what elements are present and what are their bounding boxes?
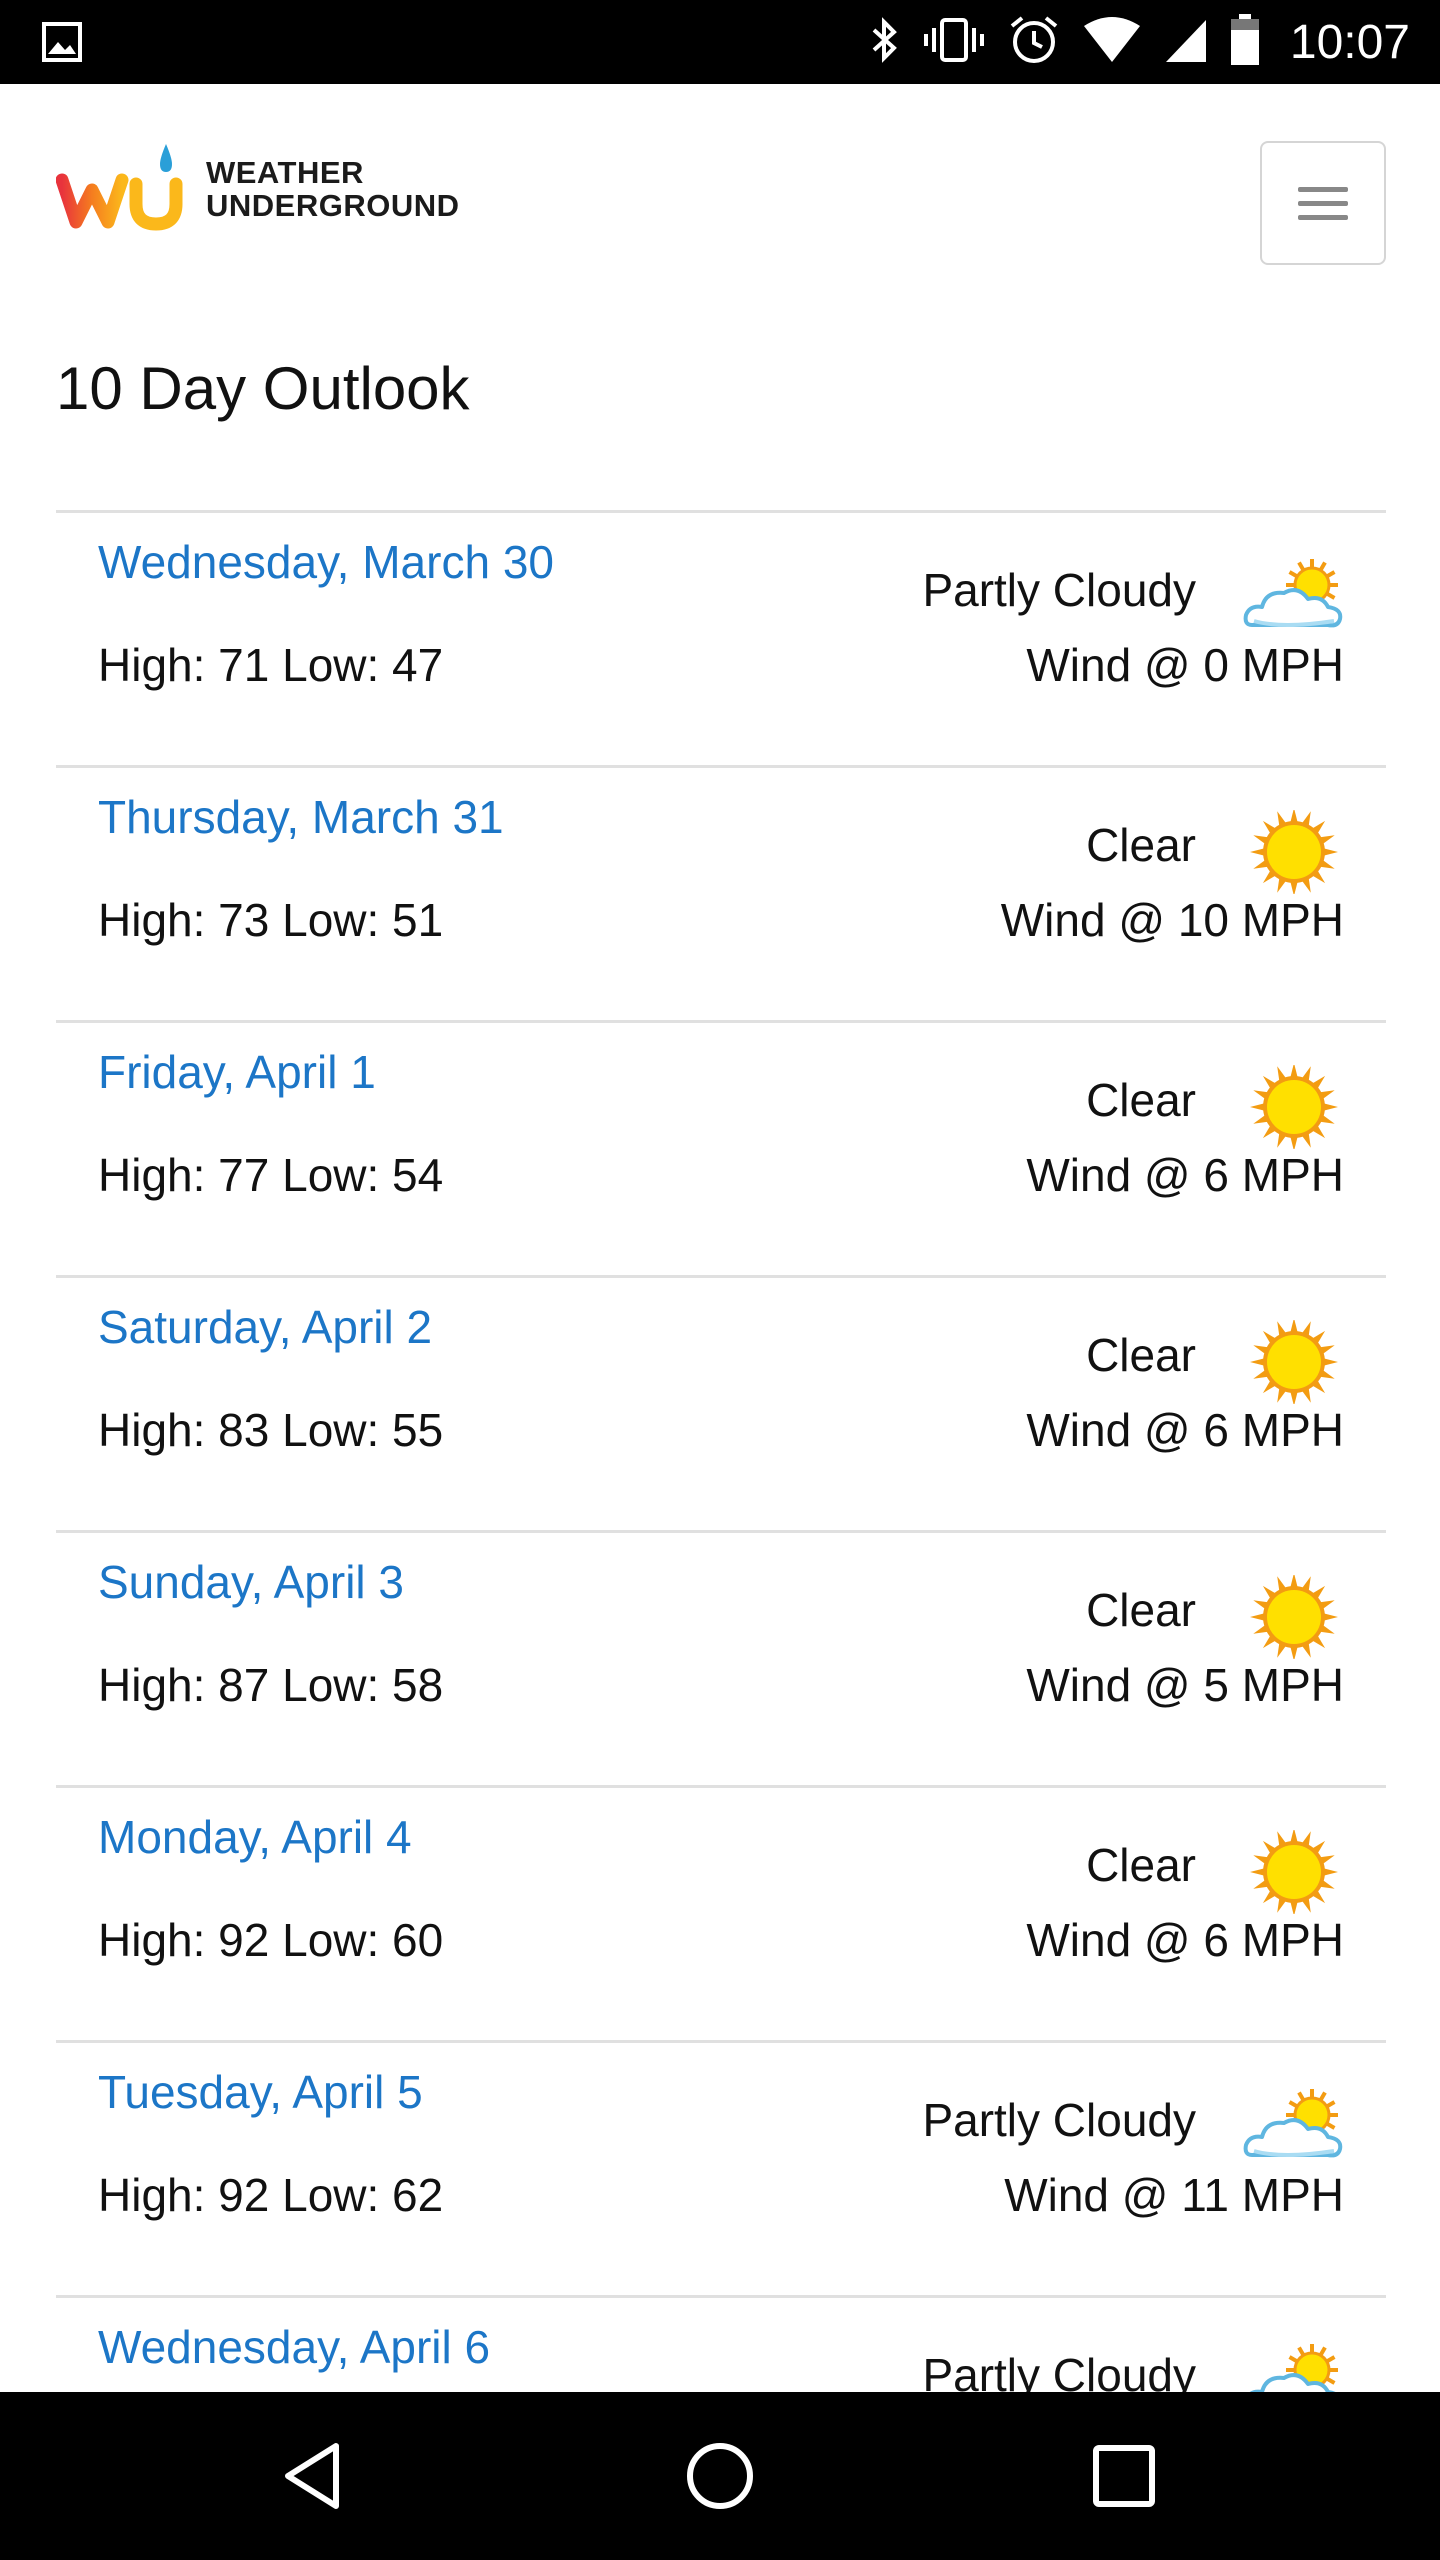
page-title: 10 Day Outlook (56, 355, 470, 422)
weather-underground-logo[interactable]: WEATHER UNDERGROUND (56, 144, 460, 234)
sun-icon (1250, 1830, 1338, 1914)
recents-icon (1093, 2445, 1155, 2507)
partly-cloudy-icon (1243, 559, 1343, 628)
battery-icon (1230, 13, 1260, 71)
logo-text: WEATHER UNDERGROUND (206, 156, 460, 222)
forecast-condition: Clear (1086, 1839, 1196, 1891)
forecast-condition: Clear (1086, 1584, 1196, 1636)
signal-icon (1164, 16, 1208, 69)
wu-logo-mark (56, 144, 183, 231)
sun-icon (1250, 810, 1338, 894)
forecast-wind: Wind @ 11 MPH (1004, 2169, 1344, 2221)
forecast-day-link[interactable]: Wednesday, April 6 (98, 2320, 490, 2374)
hamburger-menu-button[interactable] (1260, 141, 1386, 265)
forecast-wind: Wind @ 0 MPH (1026, 639, 1344, 691)
forecast-list: Wednesday, March 30 High: 71 Low: 47 Partl… (56, 510, 1386, 2392)
sun-icon (1250, 1065, 1338, 1149)
home-icon (687, 2443, 753, 2509)
logo-line-2: UNDERGROUND (206, 188, 460, 223)
forecast-temps: High: 92 Low: 60 (98, 1914, 444, 1966)
image-icon (42, 22, 82, 67)
forecast-row: Sunday, April 3 High: 87 Low: 58 Clear Wind… (56, 1533, 1386, 1788)
forecast-condition: Clear (1086, 1074, 1196, 1126)
forecast-row: Wednesday, April 6 Partly Cloudy (56, 2298, 1386, 2392)
forecast-wind: Wind @ 6 MPH (1026, 1914, 1344, 1966)
status-bar: 10:07 (0, 0, 1440, 84)
header: WEATHER UNDERGROUND (0, 84, 1440, 304)
forecast-wind: Wind @ 10 MPH (1000, 894, 1344, 946)
forecast-temps: High: 77 Low: 54 (98, 1149, 444, 1201)
forecast-condition: Clear (1086, 1329, 1196, 1381)
app-content: WEATHER UNDERGROUND 10 Day Outlook Wedne… (0, 84, 1440, 2392)
forecast-condition: Partly Cloudy (922, 564, 1196, 616)
forecast-day-link[interactable]: Wednesday, March 30 (98, 535, 554, 589)
forecast-wind: Wind @ 6 MPH (1026, 1149, 1344, 1201)
forecast-row: Friday, April 1 High: 77 Low: 54 Clear Wind… (56, 1023, 1386, 1278)
forecast-row: Tuesday, April 5 High: 92 Low: 62 Partly C… (56, 2043, 1386, 2298)
sun-icon (1250, 1575, 1338, 1659)
forecast-row: Thursday, March 31 High: 73 Low: 51 Clear W… (56, 768, 1386, 1023)
forecast-row: Wednesday, March 30 High: 71 Low: 47 Partl… (56, 513, 1386, 768)
sun-icon (1250, 1320, 1338, 1404)
navigation-bar (0, 2392, 1440, 2560)
alarm-icon (1008, 14, 1060, 71)
forecast-day-link[interactable]: Friday, April 1 (98, 1045, 376, 1099)
back-button[interactable] (276, 2436, 356, 2516)
partly-cloudy-icon (1243, 2089, 1343, 2158)
partly-cloudy-icon (1249, 2344, 1338, 2392)
forecast-temps: High: 92 Low: 62 (98, 2169, 444, 2221)
recents-button[interactable] (1084, 2436, 1164, 2516)
wifi-icon (1082, 16, 1142, 69)
home-button[interactable] (680, 2436, 760, 2516)
status-time: 10:07 (1289, 15, 1410, 69)
bluetooth-icon (870, 16, 900, 69)
logo-line-1: WEATHER (206, 155, 364, 190)
forecast-row: Monday, April 4 High: 92 Low: 60 Clear Wind… (56, 1788, 1386, 2043)
forecast-temps: High: 71 Low: 47 (98, 639, 444, 691)
forecast-condition: Partly Cloudy (922, 2349, 1196, 2392)
forecast-temps: High: 83 Low: 55 (98, 1404, 444, 1456)
forecast-day-link[interactable]: Tuesday, April 5 (98, 2065, 423, 2119)
hamburger-menu-icon (1298, 186, 1348, 192)
forecast-condition: Clear (1086, 819, 1196, 871)
forecast-day-link[interactable]: Saturday, April 2 (98, 1300, 432, 1354)
forecast-wind: Wind @ 6 MPH (1026, 1404, 1344, 1456)
vibrate-icon (922, 16, 986, 69)
forecast-day-link[interactable]: Monday, April 4 (98, 1810, 412, 1864)
forecast-row: Saturday, April 2 High: 83 Low: 55 Clear Wi… (56, 1278, 1386, 1533)
back-icon (285, 2443, 339, 2509)
forecast-temps: High: 73 Low: 51 (98, 894, 444, 946)
forecast-day-link[interactable]: Thursday, March 31 (98, 790, 504, 844)
forecast-condition: Partly Cloudy (922, 2094, 1196, 2146)
forecast-temps: High: 87 Low: 58 (98, 1659, 444, 1711)
forecast-wind: Wind @ 5 MPH (1026, 1659, 1344, 1711)
forecast-day-link[interactable]: Sunday, April 3 (98, 1555, 404, 1609)
